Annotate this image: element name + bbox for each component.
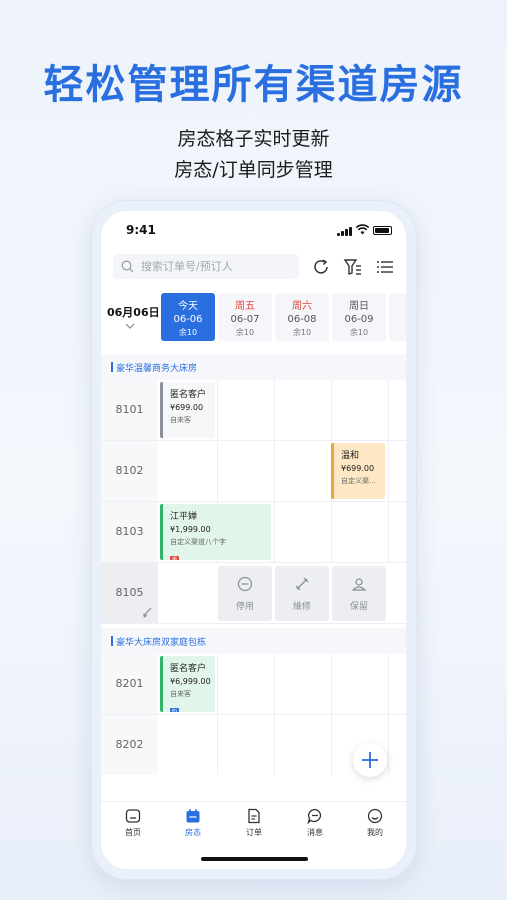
- tab-room-status[interactable]: 房态: [173, 808, 213, 838]
- date-cell[interactable]: 周日 06-09 余10: [332, 293, 386, 341]
- wifi-icon: [356, 224, 369, 235]
- subline-1: 房态格子实时更新: [177, 128, 330, 150]
- room-row: 8101 匿名客户 ¥699.00 自来客: [101, 380, 406, 441]
- plus-icon: [362, 752, 378, 768]
- repair-action[interactable]: 維修: [275, 566, 329, 621]
- search-bar[interactable]: [113, 254, 299, 279]
- filter-icon[interactable]: [343, 257, 363, 277]
- room-row: 8102 温和 ¥699.00 自定义渠...: [101, 441, 406, 502]
- wrench-icon: [295, 577, 309, 591]
- message-icon: [307, 808, 322, 824]
- status-time: 9:41: [126, 223, 156, 237]
- reserve-icon: [351, 578, 367, 591]
- room-number: 8201: [101, 654, 158, 714]
- search-input[interactable]: [141, 254, 291, 279]
- room-row: 8105 停用 維修 保留: [101, 563, 406, 624]
- headline: 轻松管理所有渠道房源: [43, 62, 464, 108]
- room-category-header: 豪华大床房双家庭包栋: [101, 628, 406, 654]
- booking-card[interactable]: 匿名客户¥6,999.00自来客 包: [160, 656, 215, 712]
- badge: 包: [170, 708, 179, 712]
- booking-card[interactable]: 温和 ¥699.00 自定义渠...: [331, 443, 385, 499]
- date-cell[interactable]: 周五 06-07 余10: [218, 293, 272, 341]
- chevron-down-icon[interactable]: [125, 323, 135, 329]
- room-number: 8101: [101, 380, 158, 440]
- home-indicator: [201, 857, 308, 861]
- current-date[interactable]: 06月06日: [107, 304, 160, 320]
- home-icon: [125, 809, 141, 823]
- badge: 美: [170, 556, 179, 560]
- booking-card[interactable]: 匿名客户 ¥699.00 自来客: [160, 382, 215, 438]
- room-category-header: 豪华温馨商务大床房: [101, 354, 406, 380]
- phone-screen: 9:41 06月06日: [101, 211, 406, 869]
- status-bar: 9:41: [101, 211, 406, 247]
- list-icon[interactable]: [375, 257, 395, 277]
- room-row: 8201 匿名客户¥6,999.00自来客 包: [101, 654, 406, 715]
- battery-icon: [373, 226, 392, 235]
- refresh-icon[interactable]: [311, 257, 331, 277]
- room-row: 8103 江平婵¥1,999.00自定义渠道八个字 美: [101, 502, 406, 563]
- signal-icon: [337, 226, 353, 236]
- calendar-icon: [186, 809, 200, 823]
- tab-messages[interactable]: 消息: [295, 808, 335, 838]
- date-cell[interactable]: 0: [389, 293, 406, 341]
- tab-home[interactable]: 首页: [113, 808, 153, 838]
- minus-circle-icon: [237, 576, 253, 592]
- order-icon: [248, 808, 260, 824]
- date-cell[interactable]: 周六 06-08 余10: [275, 293, 329, 341]
- room-number: 8103: [101, 502, 158, 562]
- room-number: 8102: [101, 441, 158, 501]
- tab-orders[interactable]: 订单: [234, 808, 274, 838]
- booking-card[interactable]: 江平婵¥1,999.00自定义渠道八个字 美: [160, 504, 271, 560]
- date-cell-today[interactable]: 今天 06-06 余10: [161, 293, 215, 341]
- add-button[interactable]: [353, 743, 387, 777]
- search-icon: [121, 260, 134, 273]
- reserve-action[interactable]: 保留: [332, 566, 386, 621]
- date-header: 06月06日 今天 06-06 余10 周五 06-07 余10 周六 06-08 余10 …: [101, 293, 406, 343]
- profile-icon: [367, 808, 383, 824]
- tab-profile[interactable]: 我的: [355, 808, 395, 838]
- clean-icon: [143, 607, 152, 618]
- disable-action[interactable]: 停用: [218, 566, 272, 621]
- subline-2: 房态/订单同步管理: [174, 159, 333, 181]
- room-number: 8202: [101, 715, 158, 775]
